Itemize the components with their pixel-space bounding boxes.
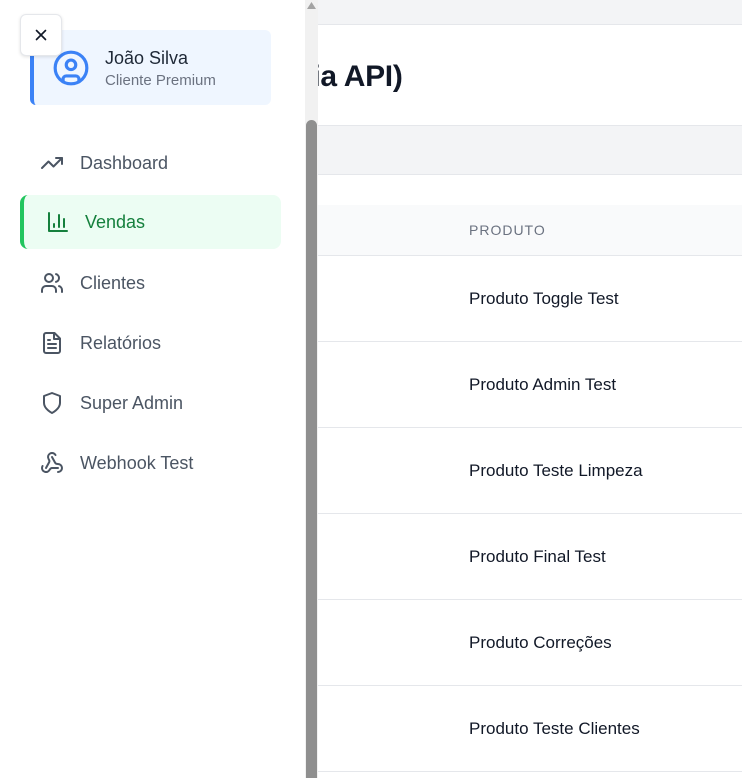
scroll-up-arrow[interactable]: [305, 0, 318, 14]
sidebar-item-label: Webhook Test: [80, 453, 194, 473]
profile-role: Cliente Premium: [105, 72, 216, 89]
sidebar-item-relatorios[interactable]: Relatórios: [20, 316, 281, 370]
shield-icon: [43, 392, 61, 414]
sidebar-item-label: Dashboard: [80, 153, 169, 173]
scrollbar-thumb[interactable]: [306, 120, 317, 778]
sidebar-item-clientes[interactable]: Clientes: [20, 256, 281, 310]
cell-produto: Produto Teste Clientes: [469, 719, 640, 738]
webhook-icon: [41, 452, 63, 473]
cell-produto: Produto Teste Limpeza: [469, 461, 643, 480]
triangle-up-icon: [307, 2, 316, 9]
users-icon: [41, 273, 63, 293]
profile-name: João Silva: [105, 48, 189, 68]
sidebar-drawer: João Silva Cliente Premium Dashboard Ven…: [0, 0, 305, 778]
sidebar-scrollbar[interactable]: [305, 0, 318, 778]
sidebar-item-label: Vendas: [85, 212, 146, 232]
trending-up-icon: [41, 157, 63, 169]
file-text-icon: [43, 332, 61, 354]
sidebar-item-webhook-test[interactable]: Webhook Test: [20, 436, 281, 490]
close-icon: [35, 29, 47, 41]
column-header-produto[interactable]: PRODUTO: [469, 222, 546, 238]
app-viewport: via API) PRODUTO Produto Toggle Test Pro…: [0, 0, 742, 778]
user-profile-card[interactable]: João Silva Cliente Premium: [30, 30, 271, 105]
close-sidebar-button[interactable]: [20, 14, 62, 56]
sidebar-item-vendas[interactable]: Vendas: [20, 195, 281, 249]
cell-produto: Produto Correções: [469, 633, 612, 652]
sidebar-item-label: Super Admin: [80, 393, 184, 413]
sidebar-item-dashboard[interactable]: Dashboard: [20, 136, 281, 190]
sidebar-item-super-admin[interactable]: Super Admin: [20, 376, 281, 430]
cell-produto: Produto Admin Test: [469, 375, 617, 394]
bar-chart-icon: [48, 212, 68, 232]
sidebar-item-label: Relatórios: [80, 333, 162, 353]
sidebar-item-label: Clientes: [80, 273, 146, 293]
cell-produto: Produto Final Test: [469, 547, 606, 566]
cell-produto: Produto Toggle Test: [469, 289, 619, 308]
